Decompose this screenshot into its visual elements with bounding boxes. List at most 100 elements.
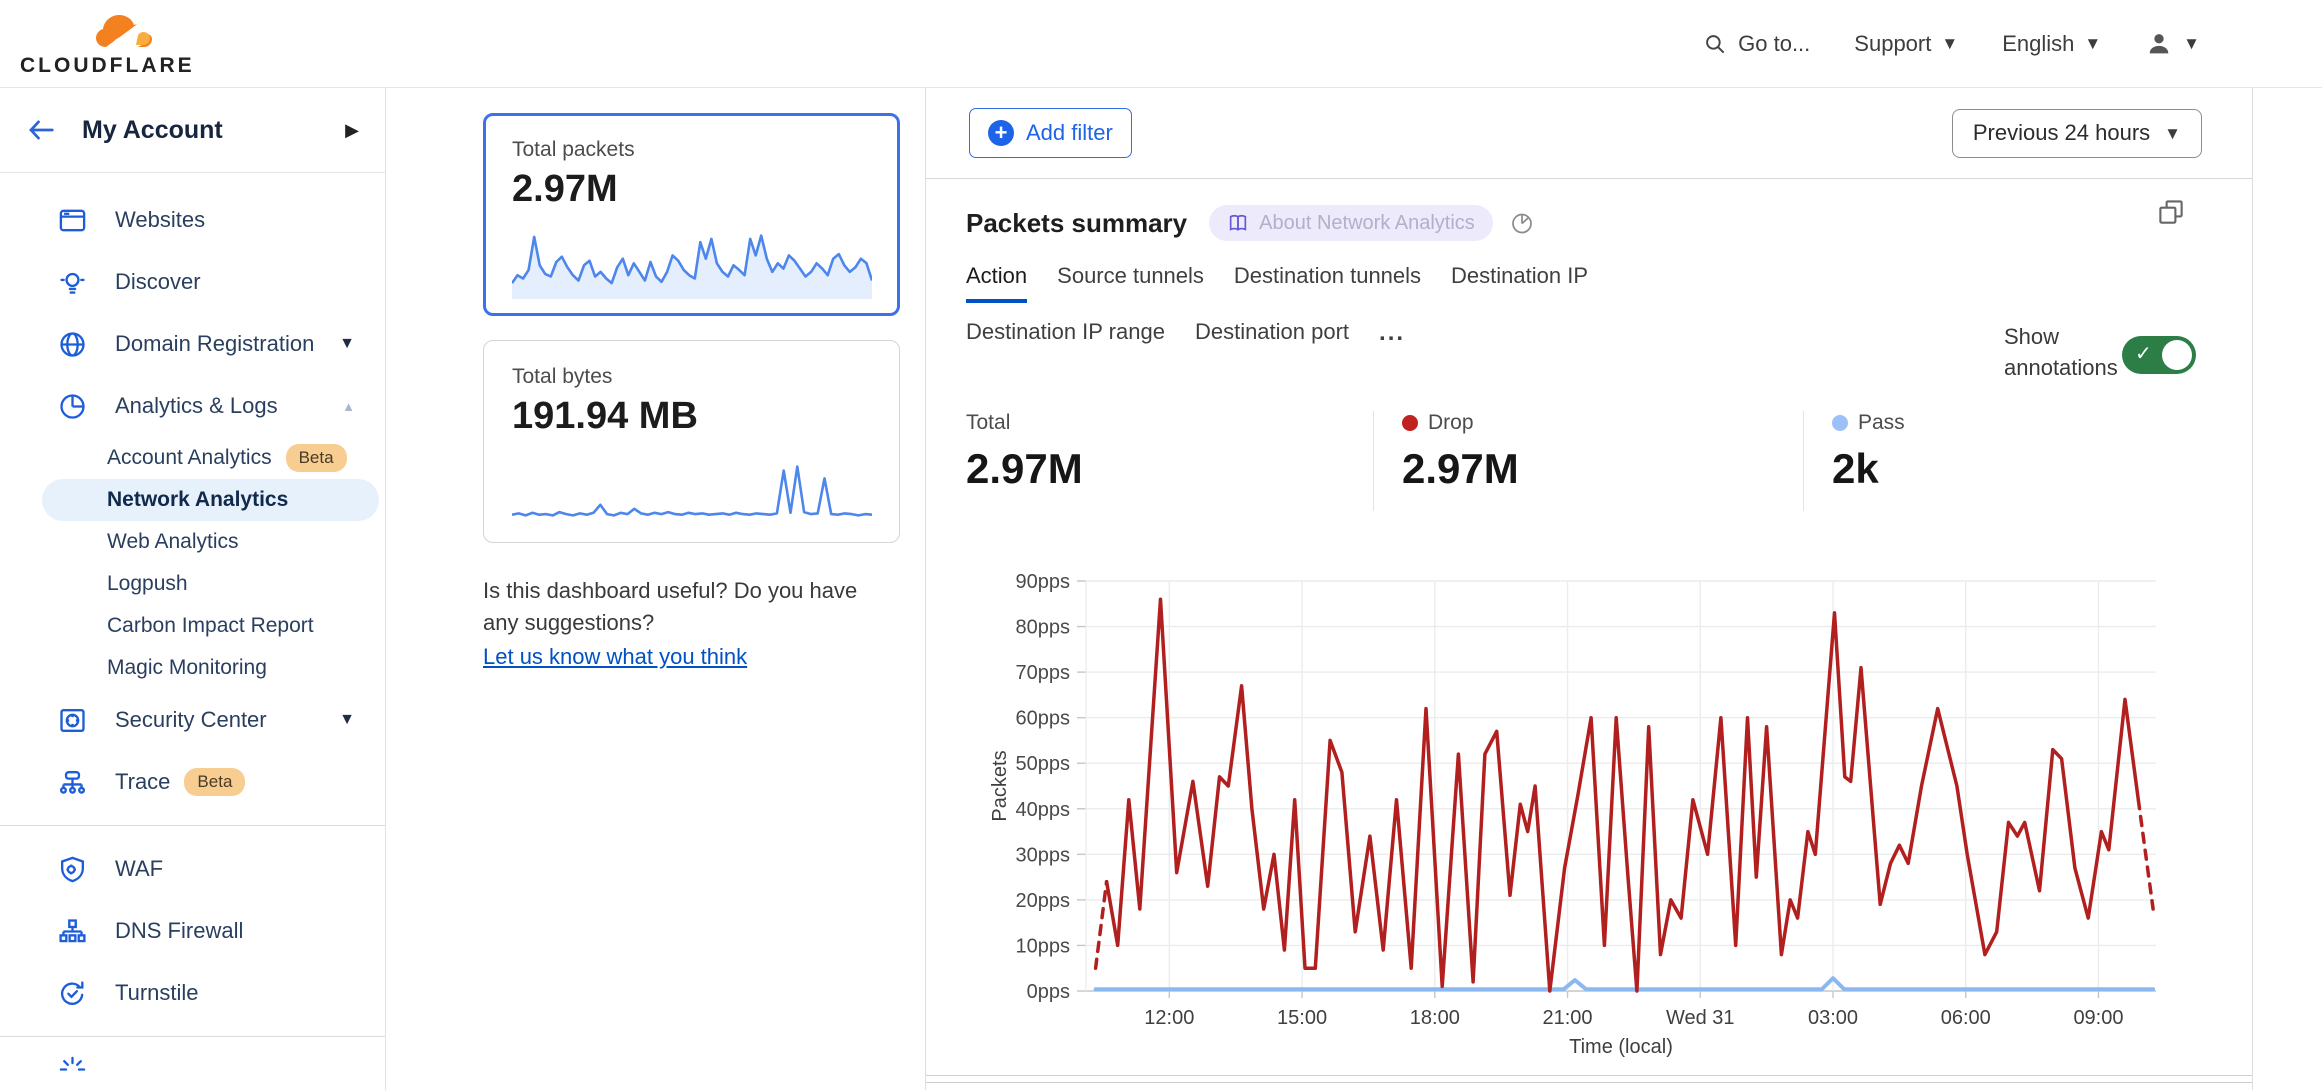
tab-source-tunnels[interactable]: Source tunnels — [1057, 263, 1204, 303]
caret-down-icon: ▼ — [1941, 35, 1958, 52]
svg-text:30pps: 30pps — [1016, 844, 1071, 866]
feedback-block: Is this dashboard useful? Do you have an… — [483, 575, 895, 673]
stat-drop: Drop 2.97M — [1373, 411, 1803, 511]
sidebar-item-logpush[interactable]: Logpush — [0, 563, 385, 605]
sidebar-item-websites[interactable]: Websites — [0, 189, 385, 251]
account-name: My Account — [82, 116, 223, 145]
tab-destination-ip-range[interactable]: Destination IP range — [966, 319, 1165, 357]
svg-text:09:00: 09:00 — [2073, 1007, 2123, 1029]
feedback-link[interactable]: Let us know what you think — [483, 641, 747, 673]
sidebar-divider — [0, 1036, 385, 1037]
show-annotations-label: Show annotations — [2004, 322, 2134, 384]
tab-action[interactable]: Action — [966, 263, 1027, 303]
language-label: English — [2002, 31, 2074, 57]
support-menu[interactable]: Support ▼ — [1854, 31, 1958, 57]
sidebar-item-dns-firewall[interactable]: DNS Firewall — [0, 900, 385, 962]
sidebar-item-domain-registration[interactable]: Domain Registration ▼ — [0, 313, 385, 375]
packets-summary-panel: Packets summary About Network Analytics … — [926, 178, 2252, 1076]
more-tabs-button[interactable]: ... — [1379, 319, 1405, 357]
pie-chart-icon — [57, 391, 88, 422]
beta-badge: Beta — [286, 444, 347, 472]
sidebar-item-analytics-logs[interactable]: Analytics & Logs ▲ — [0, 375, 385, 437]
sidebar-item-account-analytics[interactable]: Account Analytics Beta — [0, 437, 385, 479]
sidebar-item-turnstile[interactable]: Turnstile — [0, 962, 385, 1024]
sidebar-item-trace[interactable]: Trace Beta — [0, 751, 385, 813]
svg-text:06:00: 06:00 — [1941, 1007, 1991, 1029]
svg-text:Time (local): Time (local) — [1569, 1036, 1673, 1058]
sidebar-item-web-analytics[interactable]: Web Analytics — [0, 521, 385, 563]
card-title: Total bytes — [512, 365, 871, 389]
cloudflare-cloud-icon — [92, 11, 154, 55]
svg-text:60pps: 60pps — [1016, 708, 1071, 730]
show-annotations-toggle[interactable]: ✓ — [2122, 336, 2196, 374]
sidebar-item-discover[interactable]: Discover — [0, 251, 385, 313]
about-network-analytics-badge[interactable]: About Network Analytics — [1209, 205, 1493, 241]
starburst-icon — [57, 1054, 88, 1085]
stats-row: Total 2.97M Drop 2.97M Pass 2k — [926, 411, 2252, 511]
time-range-dropdown[interactable]: Previous 24 hours ▼ — [1952, 109, 2202, 158]
filter-toolbar: + Add filter Previous 24 hours ▼ — [926, 88, 2252, 178]
sidebar-item-partial[interactable] — [0, 1049, 385, 1089]
svg-text:10pps: 10pps — [1016, 935, 1071, 957]
sidebar-item-network-analytics[interactable]: Network Analytics — [42, 479, 379, 521]
logo-text: CLOUDFLARE — [20, 55, 185, 76]
account-switcher[interactable]: My Account ▶ — [0, 88, 385, 173]
svg-text:Wed 31: Wed 31 — [1666, 1007, 1735, 1029]
cloudflare-logo-link[interactable]: CLOUDFLARE — [20, 11, 185, 76]
stat-drop-value: 2.97M — [1402, 445, 1803, 493]
safe-icon — [57, 705, 88, 736]
add-filter-button[interactable]: + Add filter — [969, 108, 1132, 158]
stat-total-value: 2.97M — [966, 445, 1373, 493]
pass-legend-dot — [1832, 415, 1848, 431]
packets-line-chart: 0pps10pps20pps30pps40pps50pps60pps70pps8… — [926, 561, 2253, 1061]
sidebar-item-carbon-impact-report[interactable]: Carbon Impact Report — [0, 605, 385, 647]
language-menu[interactable]: English ▼ — [2002, 31, 2101, 57]
sidebar-item-magic-monitoring[interactable]: Magic Monitoring — [0, 647, 385, 689]
user-icon — [2145, 30, 2173, 58]
sitemap-icon — [57, 916, 88, 947]
card-value: 2.97M — [512, 168, 871, 211]
sidebar-item-waf[interactable]: WAF — [0, 838, 385, 900]
chevron-right-icon[interactable]: ▶ — [345, 120, 359, 141]
stat-total: Total 2.97M — [926, 411, 1373, 511]
total-bytes-sparkline — [512, 452, 872, 528]
main-content: + Add filter Previous 24 hours ▼ Packets… — [925, 88, 2253, 1090]
total-packets-sparkline — [512, 225, 872, 301]
tab-destination-port[interactable]: Destination port — [1195, 319, 1349, 357]
svg-text:20pps: 20pps — [1016, 890, 1071, 912]
stat-pass-value: 2k — [1832, 445, 1905, 493]
trace-tree-icon — [57, 767, 88, 798]
sidebar-nav: Websites Discover Domain Registration ▼ … — [0, 173, 385, 1089]
svg-text:Packets: Packets — [989, 750, 1011, 821]
total-packets-card[interactable]: Total packets 2.97M — [483, 113, 900, 316]
caret-down-icon: ▼ — [339, 335, 355, 353]
time-series-chart: 0pps10pps20pps30pps40pps50pps60pps70pps8… — [926, 561, 2252, 1066]
caret-down-icon: ▼ — [2164, 125, 2181, 142]
svg-text:03:00: 03:00 — [1808, 1007, 1858, 1029]
svg-text:80pps: 80pps — [1016, 617, 1071, 639]
svg-text:50pps: 50pps — [1016, 753, 1071, 775]
sidebar-item-security-center[interactable]: Security Center ▼ — [0, 689, 385, 751]
user-menu[interactable]: ▼ — [2145, 30, 2200, 58]
pie-chart-icon[interactable] — [1509, 210, 1535, 236]
panel-title: Packets summary — [966, 208, 1187, 239]
book-icon — [1227, 212, 1249, 234]
caret-down-icon: ▼ — [2084, 35, 2101, 52]
goto-label: Go to... — [1738, 31, 1810, 57]
caret-down-icon: ▼ — [2183, 35, 2200, 52]
tab-destination-tunnels[interactable]: Destination tunnels — [1234, 263, 1421, 303]
back-arrow-icon[interactable] — [26, 117, 56, 143]
expand-icon[interactable] — [2156, 197, 2186, 227]
goto-search[interactable]: Go to... — [1702, 31, 1810, 57]
svg-text:12:00: 12:00 — [1144, 1007, 1194, 1029]
dimension-tabs: Action Source tunnels Destination tunnel… — [966, 263, 1736, 357]
sidebar: My Account ▶ Websites Discover Domain Re… — [0, 88, 386, 1090]
search-icon — [1702, 31, 1728, 57]
beta-badge: Beta — [184, 768, 245, 796]
total-bytes-card[interactable]: Total bytes 191.94 MB — [483, 340, 900, 543]
tab-destination-ip[interactable]: Destination IP — [1451, 263, 1588, 303]
check-icon: ✓ — [2135, 341, 2152, 366]
sidebar-divider — [0, 825, 385, 826]
svg-text:0pps: 0pps — [1027, 981, 1070, 1003]
metric-column: Total packets 2.97M Total bytes 191.94 M… — [387, 88, 925, 1090]
